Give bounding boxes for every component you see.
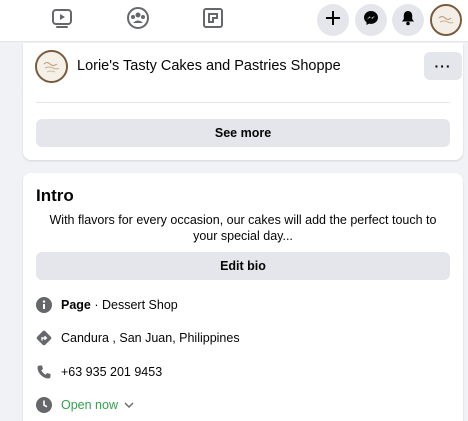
chevron-down-icon[interactable]: [124, 400, 134, 410]
plus-icon: [326, 10, 340, 30]
intro-title: Intro: [36, 186, 74, 205]
top-navigation-bar: [0, 0, 468, 42]
previous-card: See more: [23, 90, 463, 160]
page-header: Lorie's Tasty Cakes and Pastries Shoppe …: [23, 43, 463, 91]
watch-icon: [51, 8, 73, 33]
groups-icon: [127, 6, 149, 34]
hours-row[interactable]: Open now: [36, 395, 134, 415]
more-options-button[interactable]: ···: [424, 52, 462, 80]
edit-bio-label: Edit bio: [220, 259, 266, 273]
edit-bio-button[interactable]: Edit bio: [36, 252, 450, 280]
messenger-icon: [363, 10, 379, 31]
notifications-button[interactable]: [392, 4, 424, 36]
gaming-icon: [203, 7, 223, 33]
hours-status[interactable]: Open now: [61, 398, 118, 412]
create-button[interactable]: [317, 4, 349, 36]
phone-icon: [36, 364, 52, 380]
intro-card: Intro With flavors for every occasion, o…: [23, 173, 463, 421]
phone-row: +63 935 201 9453: [36, 362, 162, 382]
page-label: Page: [61, 298, 91, 312]
page-avatar[interactable]: [35, 50, 68, 83]
more-options-icon: ···: [434, 58, 452, 74]
page-category-row: Page · Dessert Shop: [36, 295, 178, 315]
divider: [36, 102, 450, 103]
page-name[interactable]: Lorie's Tasty Cakes and Pastries Shoppe: [77, 58, 341, 74]
clock-icon: [36, 397, 52, 413]
phone-text[interactable]: +63 935 201 9453: [61, 365, 162, 379]
bell-icon: [401, 10, 415, 31]
watch-tab[interactable]: [47, 6, 77, 34]
profile-avatar[interactable]: [430, 4, 462, 36]
page-category[interactable]: · Dessert Shop: [91, 298, 177, 312]
directions-icon: [36, 330, 52, 346]
see-more-label: See more: [214, 126, 272, 140]
location-row: Candura , San Juan, Philippines: [36, 328, 240, 348]
messenger-button[interactable]: [355, 4, 387, 36]
info-icon: [36, 297, 52, 313]
gaming-tab[interactable]: [198, 6, 228, 34]
see-more-button[interactable]: See more: [36, 119, 450, 147]
location-text[interactable]: Candura , San Juan, Philippines: [61, 331, 240, 345]
bio-text: With flavors for every occasion, our cak…: [49, 213, 437, 243]
groups-tab[interactable]: [123, 6, 153, 34]
